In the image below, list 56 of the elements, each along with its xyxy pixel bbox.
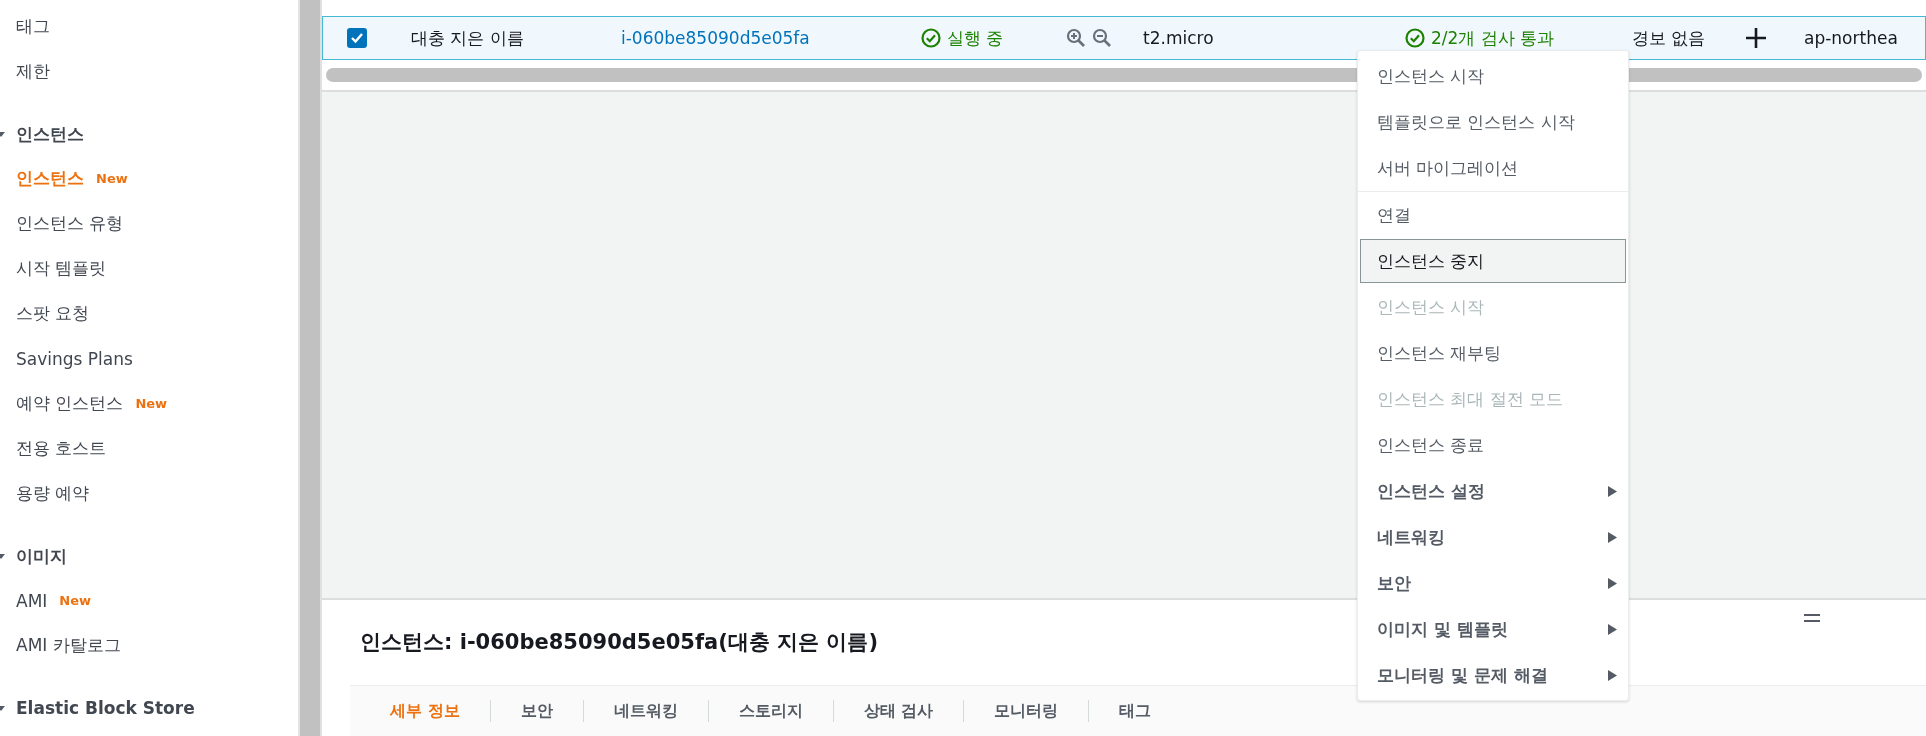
instance-id-link[interactable]: i-060be85090d5e05fa — [621, 28, 921, 48]
details-tab[interactable]: 모니터링 — [964, 700, 1090, 722]
menu-item[interactable]: 템플릿으로 인스턴스 시작 — [1360, 100, 1626, 144]
plus-icon[interactable] — [1745, 27, 1767, 49]
submenu-arrow-icon — [1608, 623, 1617, 635]
status-check-cell: 2/2개 검사 통과 — [1405, 26, 1632, 50]
sidebar-item[interactable]: 제한 — [0, 49, 298, 94]
menu-item[interactable]: 보안 — [1360, 561, 1626, 605]
sidebar-item[interactable]: 스팟 요청 — [0, 291, 298, 336]
sidebar-item[interactable]: 예약 인스턴스 New — [0, 381, 298, 426]
table-cell-text: 대충 지은 이름 — [411, 26, 525, 50]
details-tab[interactable]: 스토리지 — [708, 700, 834, 722]
submenu-arrow-icon — [1608, 577, 1617, 589]
menu-item[interactable]: 인스턴스 재부팅 — [1360, 331, 1626, 375]
table-cell-text: 경보 없음 — [1632, 26, 1707, 50]
menu-item[interactable]: 연결 — [1360, 193, 1626, 237]
instance-state-cell: 실행 중 — [921, 26, 1066, 50]
sidebar-section-title: 인스턴스 — [16, 122, 84, 146]
new-label: New — [59, 593, 92, 608]
sidebar-item[interactable]: AMI New — [0, 578, 298, 623]
table-cell-text: t2.micro — [1143, 28, 1215, 48]
table-cell-text: ap-northea — [1804, 28, 1899, 48]
sidebar-item[interactable]: 용량 예약 — [0, 471, 298, 516]
sidebar-item[interactable]: Savings Plans — [0, 336, 298, 381]
new-label: New — [96, 171, 128, 186]
resize-handle-icon[interactable] — [1804, 613, 1820, 623]
submenu-arrow-icon — [1608, 669, 1617, 681]
checkmark-icon — [350, 31, 364, 45]
details-tab[interactable]: 네트워킹 — [583, 700, 709, 722]
menu-item[interactable]: 네트워킹 — [1360, 515, 1626, 559]
zoom-in-icon[interactable] — [1066, 28, 1086, 48]
sidebar-item[interactable]: AMI 카탈로그 — [0, 623, 298, 668]
check-circle-icon — [921, 28, 941, 48]
sidebar-item[interactable]: 태그 — [0, 4, 298, 49]
row-checkbox[interactable] — [347, 28, 367, 48]
menu-item[interactable]: 인스턴스 설정 — [1360, 469, 1626, 513]
menu-item[interactable]: 서버 마이그레이션 — [1360, 146, 1626, 190]
details-tab[interactable]: 보안 — [490, 700, 584, 722]
details-tab[interactable]: 상태 검사 — [833, 700, 965, 722]
check-circle-icon — [1405, 28, 1425, 48]
submenu-arrow-icon — [1608, 531, 1617, 543]
new-label: New — [135, 396, 168, 411]
sidebar-section-title: 이미지 — [16, 544, 67, 568]
table-row[interactable]: 대충 지은 이름 i-060be85090d5e05fa 실행 중 t2.micro 2/2개 검사 통과 경보 없음 ap-northea — [322, 16, 1926, 60]
sidebar-item[interactable]: 인스턴스 유형 — [0, 201, 298, 246]
menu-item[interactable]: 모니터링 및 문제 해결 — [1360, 653, 1626, 697]
menu-item[interactable]: 인스턴스 종료 — [1360, 423, 1626, 467]
zoom-out-icon[interactable] — [1092, 28, 1112, 48]
menu-item[interactable]: 인스턴스 중지 — [1360, 239, 1626, 283]
sidebar-item[interactable]: 시작 템플릿 — [0, 246, 298, 291]
sidebar-section-title: Elastic Block Store — [16, 698, 195, 718]
details-title: 인스턴스: i-060be85090d5e05fa(대충 지은 이름) — [360, 629, 879, 656]
menu-item[interactable]: 이미지 및 템플릿 — [1360, 607, 1626, 651]
sidebar-item[interactable]: 전용 호스트 — [0, 426, 298, 471]
details-tab[interactable]: 태그 — [1089, 700, 1182, 722]
submenu-arrow-icon — [1608, 485, 1617, 497]
